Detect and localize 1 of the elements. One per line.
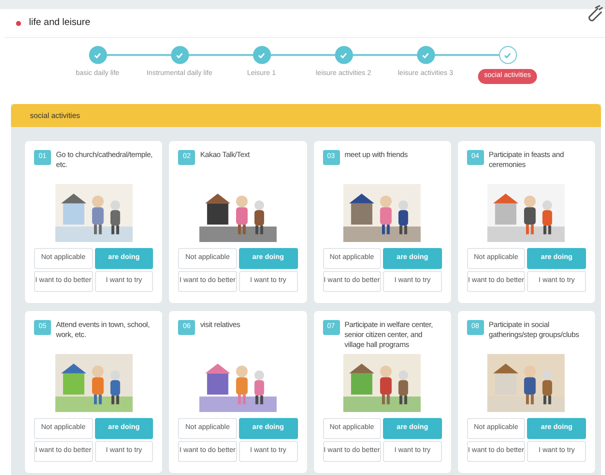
section-title: life and leisure bbox=[29, 16, 90, 30]
